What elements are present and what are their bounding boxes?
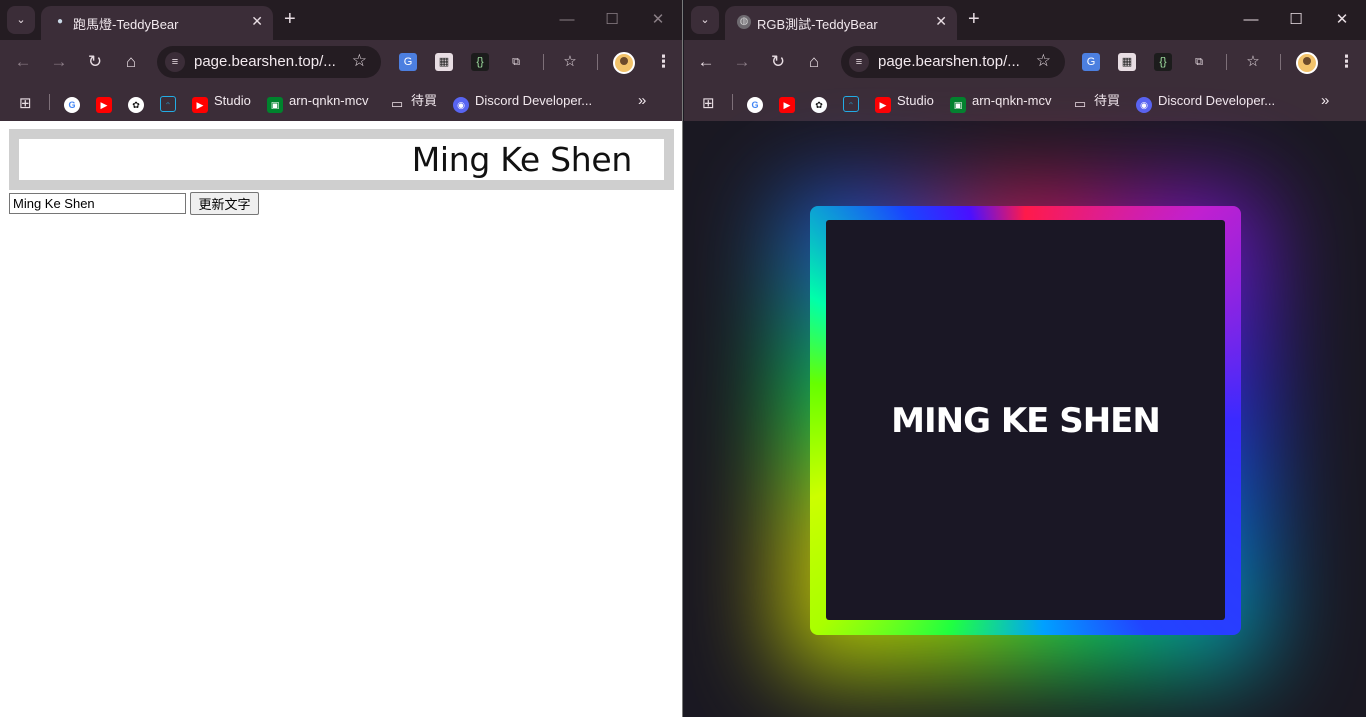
reload-icon[interactable]: ↻ xyxy=(84,51,106,73)
back-icon[interactable]: ← xyxy=(695,51,717,73)
bookmark-label: Studio xyxy=(214,93,251,108)
bookmark-discord[interactable]: ◉ Discord Developer... xyxy=(453,92,593,113)
toolbar: ← → ↻ ⌂ ≡ page.bearshen.top/... ☆ G ▦ {}… xyxy=(684,40,1366,84)
maximize-icon[interactable]: ☐ xyxy=(590,6,634,34)
bookmark-label: arn-qnkn-mcv xyxy=(289,93,369,108)
bookmark-label: Discord Developer... xyxy=(475,93,593,108)
toolbar-divider xyxy=(1280,54,1281,70)
json-extension-icon[interactable]: {} xyxy=(471,53,489,71)
translate-icon[interactable]: G xyxy=(1082,53,1100,71)
more-bookmarks-icon[interactable]: » xyxy=(1321,92,1329,110)
new-tab-icon[interactable]: + xyxy=(968,8,980,30)
openai-bookmark-icon[interactable]: ✿ xyxy=(811,92,833,113)
back-icon[interactable]: ← xyxy=(12,51,34,73)
globe-favicon-icon: ◍ xyxy=(737,15,751,29)
site-info-icon[interactable]: ≡ xyxy=(849,52,869,72)
tab-rgb-test[interactable]: ◍ RGB測試-TeddyBear ✕ xyxy=(725,6,957,40)
marquee-page: Ming Ke Shen 更新文字 xyxy=(0,121,682,717)
bookmark-meet[interactable]: ▣ arn-qnkn-mcv xyxy=(267,92,369,113)
close-window-icon[interactable]: ✕ xyxy=(1320,6,1364,34)
left-browser-window: ⌄ ● 跑馬燈-TeddyBear ✕ + — ☐ ✕ ← → ↻ ⌂ ≡ pa… xyxy=(0,0,683,717)
openai-bookmark-icon[interactable]: ✿ xyxy=(128,92,150,113)
json-extension-icon[interactable]: {} xyxy=(1154,53,1172,71)
toolbar: ← → ↻ ⌂ ≡ page.bearshen.top/... ☆ G ▦ {}… xyxy=(0,40,682,84)
rgb-card-text: MING KE SHEN xyxy=(891,401,1161,441)
bookmark-discord[interactable]: ◉ Discord Developer... xyxy=(1136,92,1276,113)
bookmark-star-icon[interactable]: ☆ xyxy=(352,51,367,71)
tab-strip: ⌄ ● 跑馬燈-TeddyBear ✕ + — ☐ ✕ xyxy=(0,0,682,40)
bookmarks-star-icon[interactable]: ☆ xyxy=(561,53,579,71)
minimize-icon[interactable]: — xyxy=(545,6,589,34)
bookmark-studio[interactable]: ▶ Studio xyxy=(875,92,934,113)
menu-kebab-icon[interactable]: ⋮ xyxy=(655,52,672,72)
qr-code-icon[interactable]: ▦ xyxy=(435,53,453,71)
google-bookmark-icon[interactable]: G xyxy=(64,92,86,113)
google-bookmark-icon[interactable]: G xyxy=(747,92,769,113)
profile-avatar[interactable] xyxy=(1296,52,1318,74)
bookmark-label: Discord Developer... xyxy=(1158,93,1276,108)
close-tab-icon[interactable]: ✕ xyxy=(251,13,263,30)
url-text: page.bearshen.top/... xyxy=(194,53,336,70)
update-text-button[interactable]: 更新文字 xyxy=(190,192,259,215)
tab-strip: ⌄ ◍ RGB測試-TeddyBear ✕ + — ☐ ✕ xyxy=(684,0,1366,40)
bookmark-meet[interactable]: ▣ arn-qnkn-mcv xyxy=(950,92,1052,113)
close-tab-icon[interactable]: ✕ xyxy=(935,13,947,30)
profile-avatar[interactable] xyxy=(613,52,635,74)
youtube-bookmark-icon[interactable]: ▶ xyxy=(96,92,118,113)
forward-icon[interactable]: → xyxy=(731,51,753,73)
forward-icon[interactable]: → xyxy=(48,51,70,73)
bookmarks-star-icon[interactable]: ☆ xyxy=(1244,53,1262,71)
translate-icon[interactable]: G xyxy=(399,53,417,71)
home-icon[interactable]: ⌂ xyxy=(803,51,825,73)
bookmarks-bar: ⊞ G ▶ ✿ ᵔ ▶ Studio ▣ arn-qnkn-mcv ▭ 待買 ◉ Dis… xyxy=(684,84,1366,118)
tab-search-icon[interactable]: ⌄ xyxy=(691,6,719,34)
site-info-icon[interactable]: ≡ xyxy=(165,52,185,72)
right-browser-window: ⌄ ◍ RGB測試-TeddyBear ✕ + — ☐ ✕ ← → ↻ ⌂ ≡ … xyxy=(684,0,1366,717)
bookmark-star-icon[interactable]: ☆ xyxy=(1036,51,1051,71)
apps-icon[interactable]: ⊞ xyxy=(19,92,35,112)
new-tab-icon[interactable]: + xyxy=(284,8,296,30)
close-window-icon[interactable]: ✕ xyxy=(636,6,680,34)
url-text: page.bearshen.top/... xyxy=(878,53,1020,70)
reload-icon[interactable]: ↻ xyxy=(767,51,789,73)
tab-search-icon[interactable]: ⌄ xyxy=(7,6,35,34)
bookmarks-divider xyxy=(732,94,733,110)
bilibili-bookmark-icon[interactable]: ᵔ xyxy=(160,92,182,112)
extensions-icon[interactable]: ⧉ xyxy=(1190,53,1208,71)
bookmark-folder[interactable]: ▭ 待買 xyxy=(1072,92,1121,111)
marquee-text: Ming Ke Shen xyxy=(411,140,633,179)
bookmark-studio[interactable]: ▶ Studio xyxy=(192,92,251,113)
tab-marquee[interactable]: ● 跑馬燈-TeddyBear ✕ xyxy=(41,6,273,40)
home-icon[interactable]: ⌂ xyxy=(120,51,142,73)
qr-code-icon[interactable]: ▦ xyxy=(1118,53,1136,71)
maximize-icon[interactable]: ☐ xyxy=(1274,6,1318,34)
address-bar[interactable]: ≡ page.bearshen.top/... ☆ xyxy=(841,46,1065,78)
tab-title: RGB測試-TeddyBear xyxy=(757,17,878,32)
toolbar-divider xyxy=(543,54,544,70)
bookmark-folder[interactable]: ▭ 待買 xyxy=(389,92,438,111)
marquee-text-input[interactable] xyxy=(9,193,186,214)
bookmark-label: 待買 xyxy=(1094,93,1121,108)
menu-kebab-icon[interactable]: ⋮ xyxy=(1338,52,1355,72)
teddybear-favicon-icon: ● xyxy=(56,16,64,27)
apps-icon[interactable]: ⊞ xyxy=(702,92,718,112)
extensions-icon[interactable]: ⧉ xyxy=(507,53,525,71)
bookmark-label: arn-qnkn-mcv xyxy=(972,93,1052,108)
bookmark-label: Studio xyxy=(897,93,934,108)
marquee-frame: Ming Ke Shen xyxy=(9,129,674,190)
bookmark-label: 待買 xyxy=(411,93,438,108)
marquee-box: Ming Ke Shen xyxy=(19,139,664,180)
toolbar-divider xyxy=(597,54,598,70)
youtube-bookmark-icon[interactable]: ▶ xyxy=(779,92,801,113)
rgb-test-page: MING KE SHEN xyxy=(684,121,1366,717)
bilibili-bookmark-icon[interactable]: ᵔ xyxy=(843,92,865,112)
rgb-card: MING KE SHEN xyxy=(826,220,1225,620)
bookmarks-divider xyxy=(49,94,50,110)
tab-title: 跑馬燈-TeddyBear xyxy=(73,17,179,32)
bookmarks-bar: ⊞ G ▶ ✿ ᵔ ▶ Studio ▣ arn-qnkn-mcv ▭ 待買 ◉ Dis… xyxy=(0,84,682,118)
minimize-icon[interactable]: — xyxy=(1229,6,1273,34)
more-bookmarks-icon[interactable]: » xyxy=(638,92,646,110)
toolbar-divider xyxy=(1226,54,1227,70)
address-bar[interactable]: ≡ page.bearshen.top/... ☆ xyxy=(157,46,381,78)
